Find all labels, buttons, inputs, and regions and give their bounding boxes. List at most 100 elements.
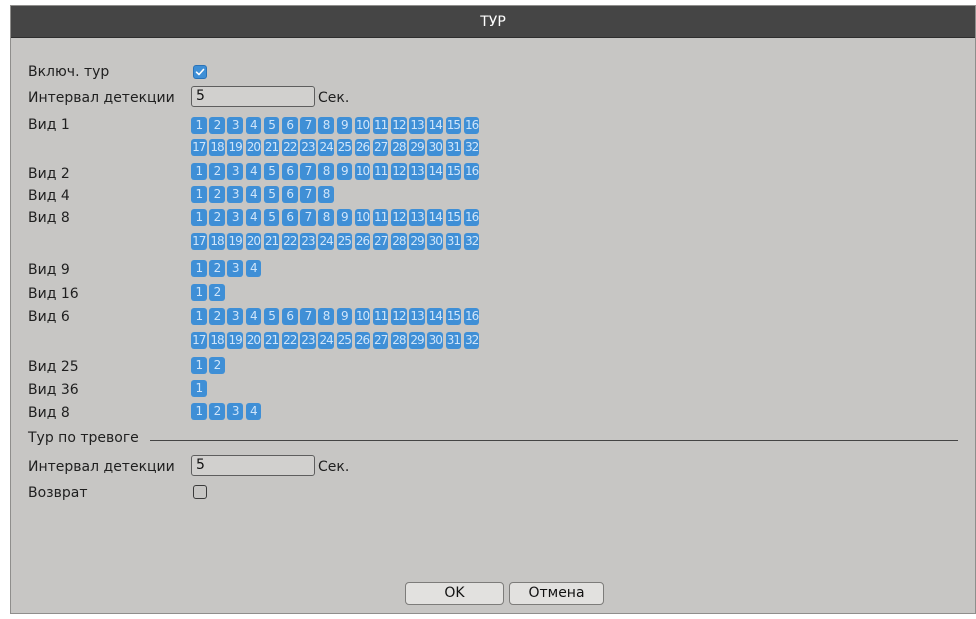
- channel-button[interactable]: 13: [409, 308, 425, 325]
- channel-button[interactable]: 3: [227, 308, 243, 325]
- channel-button[interactable]: 2: [209, 357, 225, 374]
- channel-button[interactable]: 1: [191, 117, 207, 134]
- channel-button[interactable]: 9: [336, 163, 353, 180]
- channel-button[interactable]: 2: [209, 308, 225, 325]
- channel-button[interactable]: 2: [209, 260, 225, 277]
- channel-button[interactable]: 29: [409, 332, 425, 349]
- channel-button[interactable]: 26: [354, 139, 371, 156]
- channel-button[interactable]: 5: [263, 308, 280, 325]
- channel-button[interactable]: 9: [336, 117, 353, 134]
- channel-button[interactable]: 21: [263, 332, 280, 349]
- channel-button[interactable]: 12: [391, 117, 407, 134]
- channel-button[interactable]: 4: [245, 163, 262, 180]
- channel-button[interactable]: 9: [336, 209, 353, 226]
- channel-button[interactable]: 17: [191, 139, 207, 156]
- channel-button[interactable]: 29: [409, 139, 425, 156]
- channel-button[interactable]: 9: [336, 308, 353, 325]
- channel-button[interactable]: 4: [245, 308, 262, 325]
- channel-button[interactable]: 2: [209, 403, 225, 420]
- channel-button[interactable]: 3: [227, 403, 243, 420]
- channel-button[interactable]: 26: [354, 332, 371, 349]
- channel-button[interactable]: 5: [263, 117, 280, 134]
- channel-button[interactable]: 27: [372, 332, 389, 349]
- channel-button[interactable]: 15: [445, 117, 462, 134]
- channel-button[interactable]: 19: [227, 139, 243, 156]
- return-checkbox[interactable]: [193, 485, 207, 499]
- channel-button[interactable]: 17: [191, 233, 207, 250]
- channel-button[interactable]: 24: [318, 233, 334, 250]
- channel-button[interactable]: 3: [227, 186, 243, 203]
- channel-button[interactable]: 4: [245, 117, 262, 134]
- channel-button[interactable]: 23: [300, 233, 316, 250]
- channel-button[interactable]: 27: [372, 233, 389, 250]
- channel-button[interactable]: 8: [318, 163, 334, 180]
- channel-button[interactable]: 19: [227, 332, 243, 349]
- channel-button[interactable]: 10: [354, 163, 371, 180]
- channel-button[interactable]: 19: [227, 233, 243, 250]
- channel-button[interactable]: 16: [463, 117, 480, 134]
- channel-button[interactable]: 12: [391, 163, 407, 180]
- channel-button[interactable]: 1: [191, 209, 207, 226]
- channel-button[interactable]: 28: [391, 139, 407, 156]
- channel-button[interactable]: 11: [372, 117, 389, 134]
- channel-button[interactable]: 18: [209, 332, 225, 349]
- channel-button[interactable]: 10: [354, 308, 371, 325]
- channel-button[interactable]: 28: [391, 233, 407, 250]
- channel-button[interactable]: 25: [336, 233, 353, 250]
- channel-button[interactable]: 27: [372, 139, 389, 156]
- channel-button[interactable]: 1: [191, 403, 207, 420]
- channel-button[interactable]: 11: [372, 209, 389, 226]
- channel-button[interactable]: 2: [209, 186, 225, 203]
- channel-button[interactable]: 32: [463, 233, 480, 250]
- channel-button[interactable]: 16: [463, 163, 480, 180]
- channel-button[interactable]: 8: [318, 209, 334, 226]
- ok-button[interactable]: OK: [405, 582, 504, 605]
- channel-button[interactable]: 20: [245, 233, 262, 250]
- channel-button[interactable]: 7: [300, 117, 316, 134]
- channel-button[interactable]: 16: [463, 308, 480, 325]
- channel-button[interactable]: 6: [281, 186, 298, 203]
- channel-button[interactable]: 3: [227, 117, 243, 134]
- channel-button[interactable]: 31: [445, 233, 462, 250]
- channel-button[interactable]: 30: [427, 233, 444, 250]
- channel-button[interactable]: 30: [427, 332, 444, 349]
- channel-button[interactable]: 24: [318, 332, 334, 349]
- channel-button[interactable]: 17: [191, 332, 207, 349]
- channel-button[interactable]: 11: [372, 163, 389, 180]
- channel-button[interactable]: 18: [209, 139, 225, 156]
- channel-button[interactable]: 1: [191, 380, 207, 397]
- channel-button[interactable]: 7: [300, 163, 316, 180]
- interval-input[interactable]: 5: [191, 86, 315, 107]
- channel-button[interactable]: 11: [372, 308, 389, 325]
- channel-button[interactable]: 4: [245, 403, 262, 420]
- channel-button[interactable]: 5: [263, 186, 280, 203]
- channel-button[interactable]: 4: [245, 186, 262, 203]
- channel-button[interactable]: 2: [209, 163, 225, 180]
- channel-button[interactable]: 31: [445, 139, 462, 156]
- channel-button[interactable]: 18: [209, 233, 225, 250]
- channel-button[interactable]: 28: [391, 332, 407, 349]
- channel-button[interactable]: 1: [191, 260, 207, 277]
- channel-button[interactable]: 6: [281, 163, 298, 180]
- channel-button[interactable]: 8: [318, 186, 334, 203]
- channel-button[interactable]: 22: [281, 139, 298, 156]
- channel-button[interactable]: 21: [263, 139, 280, 156]
- channel-button[interactable]: 14: [427, 209, 444, 226]
- channel-button[interactable]: 8: [318, 308, 334, 325]
- channel-button[interactable]: 10: [354, 209, 371, 226]
- channel-button[interactable]: 12: [391, 308, 407, 325]
- channel-button[interactable]: 20: [245, 139, 262, 156]
- channel-button[interactable]: 7: [300, 186, 316, 203]
- alarm-interval-input[interactable]: 5: [191, 455, 315, 476]
- channel-button[interactable]: 14: [427, 163, 444, 180]
- channel-button[interactable]: 22: [281, 233, 298, 250]
- channel-button[interactable]: 5: [263, 163, 280, 180]
- channel-button[interactable]: 2: [209, 117, 225, 134]
- channel-button[interactable]: 13: [409, 117, 425, 134]
- channel-button[interactable]: 14: [427, 308, 444, 325]
- channel-button[interactable]: 22: [281, 332, 298, 349]
- channel-button[interactable]: 4: [245, 260, 262, 277]
- channel-button[interactable]: 2: [209, 209, 225, 226]
- channel-button[interactable]: 3: [227, 260, 243, 277]
- channel-button[interactable]: 25: [336, 139, 353, 156]
